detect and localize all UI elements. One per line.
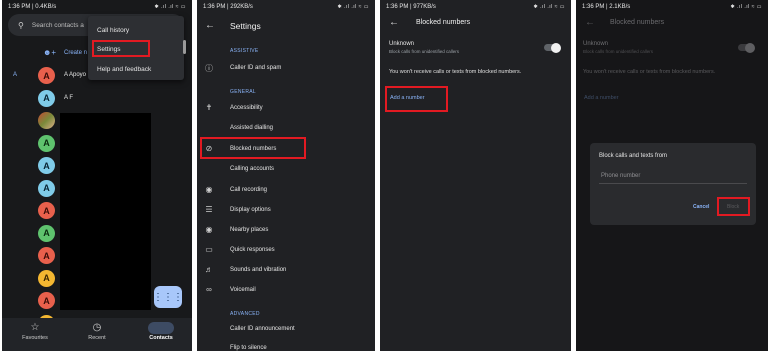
status-time: 1:36 PM | 292KB/s: [203, 4, 253, 10]
search-icon: ⚲: [18, 20, 24, 30]
contact-avatar[interactable]: [38, 112, 55, 129]
nav-favourites[interactable]: ☆ Favourites: [10, 322, 60, 341]
cancel-button[interactable]: Cancel: [693, 204, 709, 210]
message-icon: ▭: [205, 245, 213, 254]
bottom-nav: ☆ Favourites ◷ Recent Contacts: [2, 318, 192, 351]
back-arrow-icon[interactable]: ←: [389, 17, 399, 28]
section-assistive: ASSISTIVE: [230, 48, 259, 54]
status-icons: ✱ .ıl .ıl ≈ ▭: [154, 4, 186, 10]
block-dialog-screen: 1:36 PM | 2.1KB/s ✱ .ıl .ıl ≈ ▭ ← Blocke…: [576, 0, 768, 351]
accessibility-icon: ✝: [205, 103, 213, 112]
location-pin-icon: ◉: [205, 225, 213, 234]
unknown-toggle[interactable]: [738, 42, 755, 53]
list-icon: ☰: [205, 205, 213, 214]
status-bar: 1:36 PM | 292KB/s ✱ .ıl .ıl ≈ ▭: [197, 0, 375, 14]
setting-voicemail[interactable]: Voicemail: [230, 287, 256, 293]
setting-call-recording[interactable]: Call recording: [230, 187, 267, 193]
nav-contacts-label: Contacts: [149, 335, 173, 341]
contact-avatar[interactable]: A: [38, 67, 55, 84]
block-number-dialog: Block calls and texts from Phone number …: [590, 143, 756, 225]
unknown-toggle[interactable]: [544, 42, 561, 53]
speaker-icon: ♬: [205, 265, 213, 274]
setting-quick-responses[interactable]: Quick responses: [230, 247, 275, 253]
blocked-info-text: You won't receive calls or texts from bl…: [583, 69, 716, 75]
page-title: Settings: [230, 21, 261, 31]
redacted-area: [60, 113, 151, 310]
nav-recent-label: Recent: [88, 335, 106, 341]
unknown-subtitle: Block calls from unidentified callers: [583, 49, 654, 54]
setting-calling-accounts[interactable]: Calling accounts: [230, 166, 274, 172]
unknown-title: Unknown: [583, 41, 609, 47]
status-icons: ✱ .ıl .ıl ≈ ▭: [730, 4, 762, 10]
clock-icon: ◷: [92, 322, 102, 333]
status-time: 1:36 PM | 2.1KB/s: [582, 4, 631, 10]
setting-sounds-vibration[interactable]: Sounds and vibration: [230, 267, 286, 273]
highlight-block-button: [717, 197, 750, 216]
section-letter: A: [13, 72, 18, 78]
contact-name[interactable]: A F: [64, 95, 73, 101]
highlight-blocked-numbers: [200, 137, 306, 159]
contacts-screen: 1:36 PM | 0.4KB/s ✱ .ıl .ıl ≈ ▭ ⚲ Search…: [2, 0, 192, 351]
unknown-title: Unknown: [389, 41, 415, 47]
create-contact-link[interactable]: Create n: [64, 50, 87, 56]
blocked-info-text: You won't receive calls or texts from bl…: [389, 69, 522, 75]
nav-recent[interactable]: ◷ Recent: [72, 322, 122, 341]
status-icons: ✱ .ıl .ıl ≈ ▭: [337, 4, 369, 10]
status-time: 1:36 PM | 0.4KB/s: [8, 4, 57, 10]
contact-avatar[interactable]: A: [38, 134, 55, 152]
phone-number-input[interactable]: Phone number: [601, 173, 640, 179]
scrollbar[interactable]: [183, 40, 186, 54]
add-person-icon: ☻+: [43, 48, 57, 57]
status-icons: ✱ .ıl .ıl ≈ ▭: [533, 4, 565, 10]
dialpad-icon: ⋮⋮⋮: [153, 291, 183, 303]
contact-name[interactable]: A Apoyo: [64, 72, 86, 78]
menu-item-call-history[interactable]: Call history: [97, 27, 129, 34]
add-number-link[interactable]: Add a number: [584, 95, 619, 101]
page-title: Blocked numbers: [416, 19, 471, 26]
section-general: GENERAL: [230, 89, 256, 95]
input-underline: [599, 183, 747, 184]
status-bar: 1:36 PM | 0.4KB/s ✱ .ıl .ıl ≈ ▭: [2, 0, 192, 14]
contact-avatar[interactable]: A: [38, 269, 55, 287]
back-arrow-icon[interactable]: ←: [585, 17, 595, 28]
section-advanced: ADVANCED: [230, 311, 260, 317]
highlight-add-number: [385, 86, 448, 112]
setting-flip-to-silence[interactable]: Flip to silence: [230, 345, 267, 351]
settings-screen: 1:36 PM | 292KB/s ✱ .ıl .ıl ≈ ▭ ← Settin…: [197, 0, 375, 351]
nav-favourites-label: Favourites: [22, 335, 48, 341]
page-title: Blocked numbers: [610, 19, 665, 26]
contact-avatar[interactable]: A: [38, 89, 55, 107]
dialpad-button[interactable]: ⋮⋮⋮: [153, 286, 183, 308]
highlight-settings: [92, 40, 150, 57]
contact-avatar[interactable]: A: [38, 157, 55, 174]
blocked-numbers-screen: 1:36 PM | 977KB/s ✱ .ıl .ıl ≈ ▭ ← Blocke…: [380, 0, 571, 351]
back-arrow-icon[interactable]: ←: [205, 20, 215, 31]
contact-avatar[interactable]: A: [38, 202, 55, 219]
contact-avatar[interactable]: A: [38, 224, 55, 242]
status-bar: 1:36 PM | 2.1KB/s ✱ .ıl .ıl ≈ ▭: [576, 0, 768, 14]
setting-display-options[interactable]: Display options: [230, 207, 271, 213]
voicemail-icon: ∞: [206, 285, 212, 294]
setting-assisted-dialling[interactable]: Assisted dialling: [230, 125, 273, 131]
status-bar: 1:36 PM | 977KB/s ✱ .ıl .ıl ≈ ▭: [380, 0, 571, 14]
menu-item-help[interactable]: Help and feedback: [97, 66, 151, 73]
setting-nearby-places[interactable]: Nearby places: [230, 227, 268, 233]
contact-avatar[interactable]: A: [38, 292, 55, 309]
setting-caller-id-announcement[interactable]: Caller ID announcement: [230, 326, 295, 332]
unknown-subtitle: Block calls from unidentified callers: [389, 49, 460, 54]
setting-caller-id-spam[interactable]: Caller ID and spam: [230, 65, 281, 71]
star-icon: ☆: [30, 322, 40, 333]
dialog-title: Block calls and texts from: [599, 153, 668, 159]
search-input[interactable]: Search contacts a: [32, 22, 84, 29]
record-icon: ◉: [205, 185, 213, 194]
info-icon: ⓘ: [205, 64, 213, 73]
contact-avatar[interactable]: A: [38, 179, 55, 197]
status-time: 1:36 PM | 977KB/s: [386, 4, 436, 10]
contact-avatar[interactable]: A: [38, 247, 55, 264]
setting-accessibility[interactable]: Accessibility: [230, 105, 263, 111]
nav-contacts[interactable]: Contacts: [136, 322, 186, 341]
contacts-icon: [148, 322, 174, 334]
